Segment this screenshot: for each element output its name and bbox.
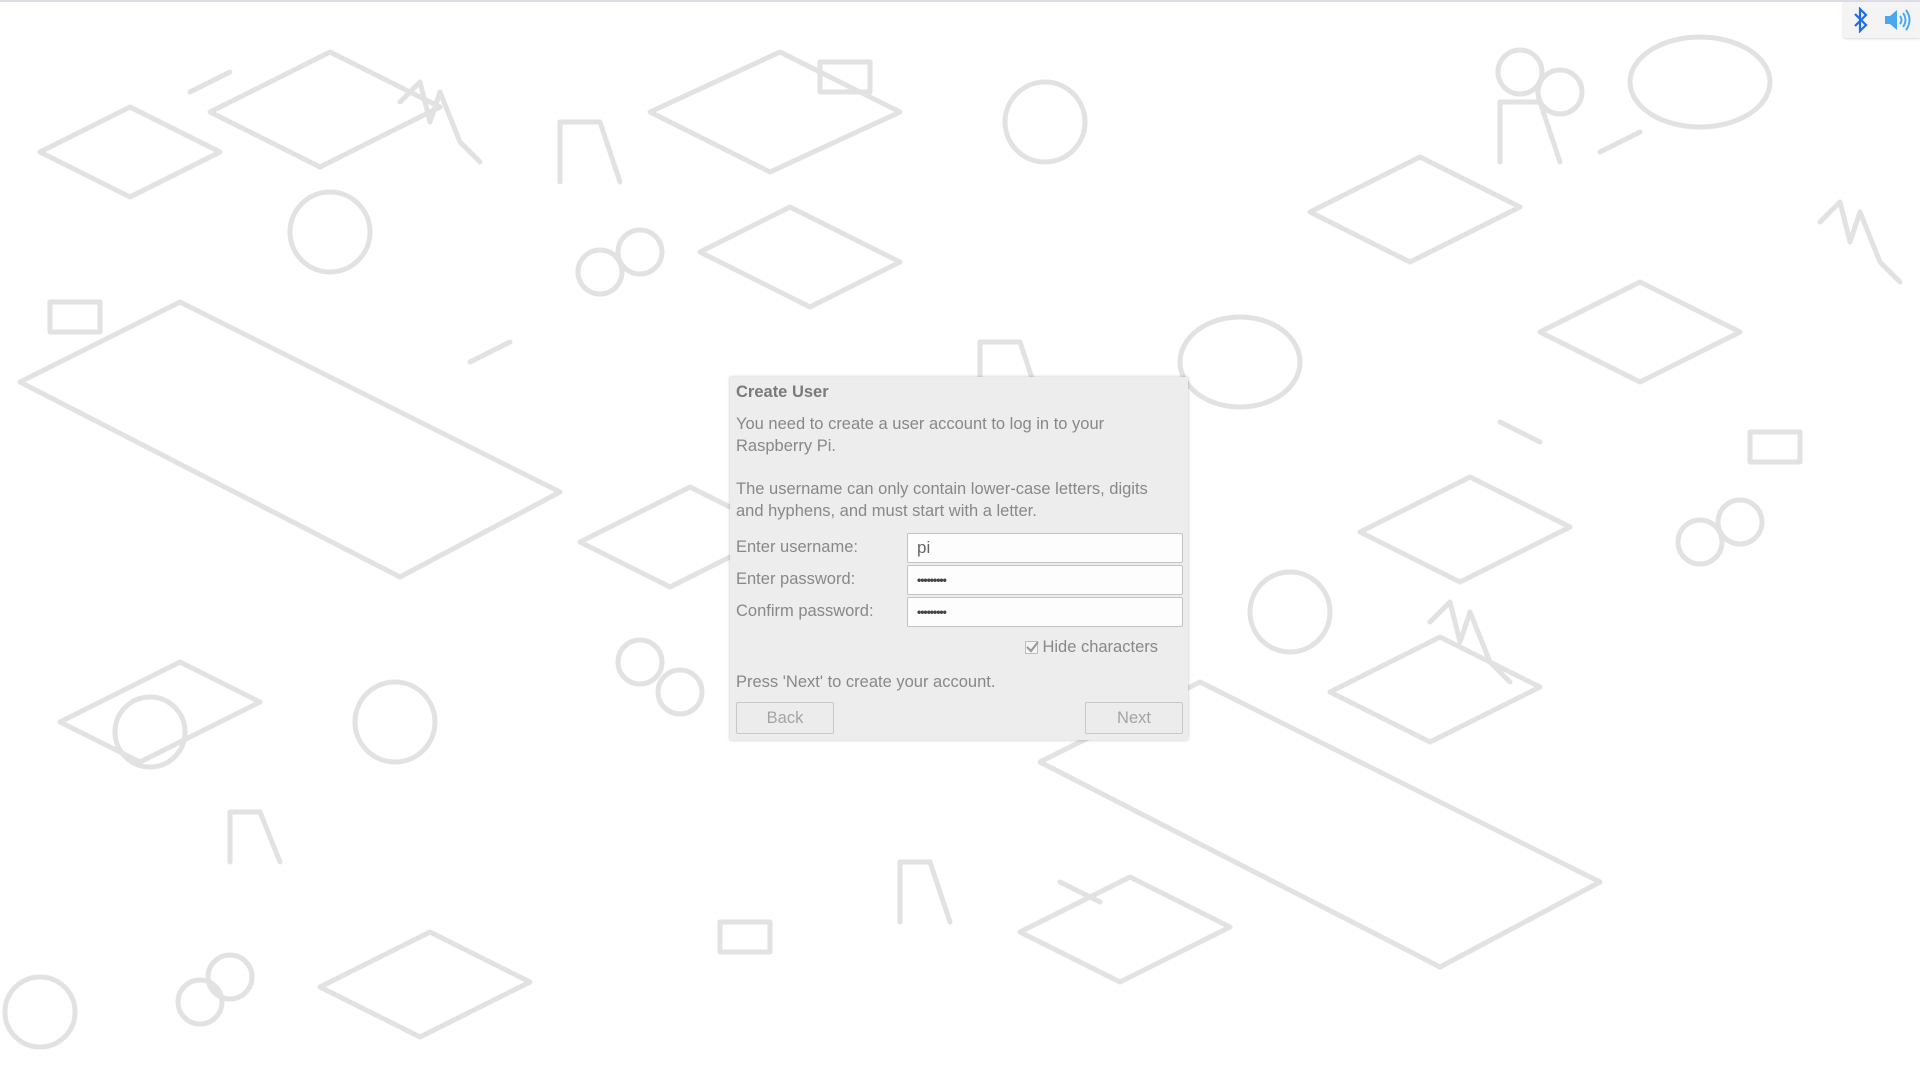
username-label: Enter username: xyxy=(736,538,858,556)
hint-text: Press 'Next' to create your account. xyxy=(736,673,996,691)
dialog-title: Create User xyxy=(736,383,829,401)
username-rules-text: The username can only contain lower-case… xyxy=(736,480,1148,520)
system-tray xyxy=(1843,2,1920,38)
hide-characters-checkbox[interactable] xyxy=(1025,641,1040,654)
confirm-password-label: Confirm password: xyxy=(736,602,874,620)
username-input[interactable]: pi xyxy=(907,533,1183,563)
hide-characters-toggle[interactable]: Hide characters xyxy=(1025,638,1158,657)
confirm-password-input[interactable]: ••••••••• xyxy=(907,597,1183,627)
checkmark-icon xyxy=(1026,641,1040,653)
password-input[interactable]: ••••••••• xyxy=(907,565,1183,595)
intro-text: You need to create a user account to log… xyxy=(736,415,1105,455)
create-user-dialog: Create User You need to create a user ac… xyxy=(730,377,1188,740)
back-button[interactable]: Back xyxy=(736,702,834,734)
hide-characters-label: Hide characters xyxy=(1042,638,1158,656)
next-button[interactable]: Next xyxy=(1085,702,1183,734)
password-label: Enter password: xyxy=(736,570,856,588)
